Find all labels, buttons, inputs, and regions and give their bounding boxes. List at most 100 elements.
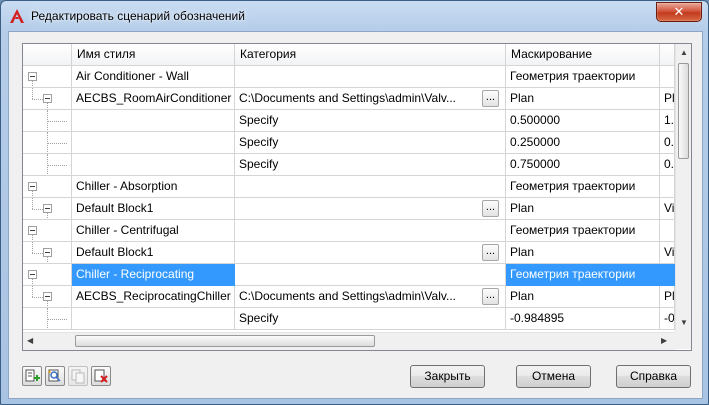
style-name-cell[interactable] bbox=[72, 132, 235, 154]
tree-connector bbox=[32, 198, 33, 209]
extra-cell[interactable]: Pl bbox=[660, 286, 675, 308]
title-bar[interactable]: Редактировать сценарий обозначений ✕ bbox=[1, 1, 708, 31]
table-row[interactable]: Specify 0.500000 1.0 bbox=[23, 110, 675, 132]
masking-cell[interactable]: Plan bbox=[506, 88, 660, 110]
style-name-cell[interactable] bbox=[72, 308, 235, 330]
help-button[interactable]: Справка bbox=[616, 365, 691, 388]
masking-cell[interactable]: Геометрия траектории bbox=[506, 66, 660, 88]
masking-cell[interactable]: Plan bbox=[506, 198, 660, 220]
style-name-cell[interactable]: Default Block1 bbox=[72, 198, 235, 220]
table-row[interactable]: Default Block1... Plan Vi bbox=[23, 198, 675, 220]
category-cell[interactable] bbox=[235, 220, 506, 242]
masking-cell[interactable]: 0.500000 bbox=[506, 110, 660, 132]
style-name-cell-text: AECBS_RoomAirConditioner bbox=[76, 91, 232, 105]
collapse-toggle-icon[interactable] bbox=[28, 226, 37, 235]
style-name-cell[interactable] bbox=[72, 154, 235, 176]
close-button[interactable]: Закрыть bbox=[410, 365, 485, 388]
horizontal-scroll-thumb[interactable] bbox=[75, 335, 375, 347]
category-cell[interactable]: Specify bbox=[235, 308, 506, 330]
masking-cell[interactable]: 0.250000 bbox=[506, 132, 660, 154]
window-close-button[interactable]: ✕ bbox=[656, 2, 702, 22]
category-cell[interactable]: ... bbox=[235, 242, 506, 264]
vertical-scrollbar[interactable]: ▲ ▼ bbox=[675, 44, 691, 332]
table-row[interactable]: Specify -0.984895 -0 bbox=[23, 308, 675, 330]
table-row[interactable]: Chiller - Reciprocating Геометрия траекто… bbox=[23, 264, 675, 286]
tree-connector bbox=[47, 143, 67, 144]
add-item-button[interactable]: ✶ bbox=[45, 366, 65, 386]
extra-cell[interactable]: Pl bbox=[660, 88, 675, 110]
copy-row-button[interactable] bbox=[68, 366, 88, 386]
extra-cell[interactable]: 0.0 bbox=[660, 154, 675, 176]
browse-button[interactable]: ... bbox=[482, 200, 499, 217]
table-row[interactable]: AECBS_ReciprocatingChiller C:\Documents a… bbox=[23, 286, 675, 308]
scroll-up-icon[interactable]: ▲ bbox=[680, 48, 688, 58]
style-name-cell[interactable]: Chiller - Centrifugal bbox=[72, 220, 235, 242]
style-name-cell[interactable]: AECBS_ReciprocatingChiller bbox=[72, 286, 235, 308]
header-extra[interactable] bbox=[660, 44, 675, 66]
extra-cell[interactable] bbox=[660, 176, 675, 198]
category-cell[interactable]: C:\Documents and Settings\admin\Valv....… bbox=[235, 88, 506, 110]
category-cell[interactable]: ... bbox=[235, 198, 506, 220]
vertical-scroll-thumb[interactable] bbox=[678, 63, 689, 159]
extra-cell[interactable] bbox=[660, 264, 675, 286]
style-name-cell[interactable]: Chiller - Reciprocating bbox=[72, 264, 235, 286]
table-row[interactable]: Chiller - Centrifugal Геометрия траектори… bbox=[23, 220, 675, 242]
table-row[interactable]: Air Conditioner - Wall Геометрия траектор… bbox=[23, 66, 675, 88]
header-category[interactable]: Категория bbox=[235, 44, 506, 66]
masking-cell[interactable]: Plan bbox=[506, 242, 660, 264]
collapse-toggle-icon[interactable] bbox=[28, 182, 37, 191]
masking-cell[interactable]: 0.750000 bbox=[506, 154, 660, 176]
scroll-left-icon[interactable]: ◀ bbox=[27, 336, 33, 346]
scroll-down-icon[interactable]: ▼ bbox=[680, 318, 688, 328]
style-name-cell[interactable]: Air Conditioner - Wall bbox=[72, 66, 235, 88]
extra-cell[interactable]: Vi bbox=[660, 198, 675, 220]
style-name-cell[interactable]: AECBS_RoomAirConditioner bbox=[72, 88, 235, 110]
extra-cell[interactable]: -0 bbox=[660, 308, 675, 330]
cancel-button[interactable]: Отмена bbox=[516, 365, 591, 388]
category-cell[interactable]: Specify bbox=[235, 132, 506, 154]
masking-cell[interactable]: Геометрия траектории bbox=[506, 264, 660, 286]
collapse-toggle-icon[interactable] bbox=[28, 72, 37, 81]
style-name-cell[interactable]: Default Block1 bbox=[72, 242, 235, 264]
style-name-cell[interactable] bbox=[72, 110, 235, 132]
table-row[interactable]: Specify 0.250000 0.0 bbox=[23, 132, 675, 154]
collapse-toggle-icon[interactable] bbox=[28, 270, 37, 279]
style-name-cell[interactable]: Chiller - Absorption bbox=[72, 176, 235, 198]
add-row-button[interactable] bbox=[22, 366, 42, 386]
category-cell[interactable] bbox=[235, 264, 506, 286]
browse-button[interactable]: ... bbox=[482, 90, 499, 107]
masking-cell[interactable]: -0.984895 bbox=[506, 308, 660, 330]
header-masking[interactable]: Маскирование bbox=[506, 44, 660, 66]
browse-button[interactable]: ... bbox=[482, 288, 499, 305]
table-row[interactable]: AECBS_RoomAirConditioner C:\Documents and… bbox=[23, 88, 675, 110]
extra-cell[interactable] bbox=[660, 220, 675, 242]
header-style-name[interactable]: Имя стиля bbox=[72, 44, 235, 66]
category-cell-text: Specify bbox=[239, 311, 279, 325]
horizontal-scrollbar[interactable]: ◀ ▶ bbox=[23, 332, 675, 350]
tree-connector bbox=[32, 286, 33, 297]
table-row[interactable]: Chiller - Absorption Геометрия траектории bbox=[23, 176, 675, 198]
scroll-right-icon[interactable]: ▶ bbox=[661, 336, 667, 346]
category-cell[interactable]: Specify bbox=[235, 154, 506, 176]
category-cell[interactable] bbox=[235, 66, 506, 88]
masking-cell[interactable]: Plan bbox=[506, 286, 660, 308]
add-item-icon: ✶ bbox=[47, 369, 61, 382]
collapse-toggle-icon[interactable] bbox=[43, 204, 52, 213]
category-cell[interactable] bbox=[235, 176, 506, 198]
category-cell[interactable]: Specify bbox=[235, 110, 506, 132]
collapse-toggle-icon[interactable] bbox=[43, 94, 52, 103]
table-row[interactable]: Default Block1... Plan Vi bbox=[23, 242, 675, 264]
masking-cell[interactable]: Геометрия траектории bbox=[506, 220, 660, 242]
extra-cell[interactable]: 1.0 bbox=[660, 110, 675, 132]
collapse-toggle-icon[interactable] bbox=[43, 248, 52, 257]
table-row[interactable]: Specify 0.750000 0.0 bbox=[23, 154, 675, 176]
svg-text:✶: ✶ bbox=[47, 369, 52, 376]
extra-cell[interactable]: 0.0 bbox=[660, 132, 675, 154]
delete-row-button[interactable] bbox=[91, 366, 111, 386]
masking-cell[interactable]: Геометрия траектории bbox=[506, 176, 660, 198]
category-cell[interactable]: C:\Documents and Settings\admin\Valv....… bbox=[235, 286, 506, 308]
extra-cell[interactable] bbox=[660, 66, 675, 88]
collapse-toggle-icon[interactable] bbox=[43, 292, 52, 301]
extra-cell[interactable]: Vi bbox=[660, 242, 675, 264]
browse-button[interactable]: ... bbox=[482, 244, 499, 261]
